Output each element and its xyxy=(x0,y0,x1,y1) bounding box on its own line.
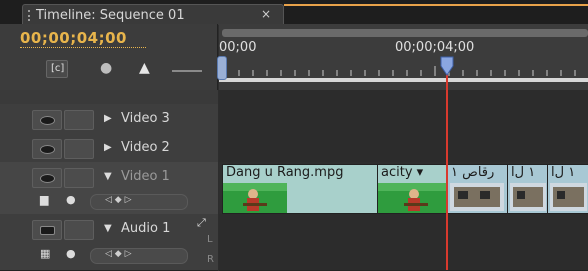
clip-opacity[interactable]: acity ▾ xyxy=(377,164,449,214)
track-name-video3: Video 3 xyxy=(121,111,170,126)
clip-label: ١ ﻝﺍ xyxy=(551,165,576,180)
playhead-handle[interactable] xyxy=(440,56,454,76)
track-video2[interactable] xyxy=(219,134,588,163)
tab-title: Timeline: Sequence 01 xyxy=(36,8,185,23)
clip-arabic-1[interactable]: ﺭﻗﺎﺹ ١ xyxy=(447,164,509,214)
clip-arabic-2[interactable]: ١ ﻝﺍ xyxy=(507,164,549,214)
audio-expand-icon[interactable]: ⤢ xyxy=(197,216,206,230)
track-spacer-right xyxy=(219,90,588,104)
clip-thumbnail xyxy=(378,183,448,213)
clip-opacity-label[interactable]: acity ▾ xyxy=(381,165,423,180)
display-style-icon[interactable]: ▆ xyxy=(40,193,48,206)
ruler-ticks xyxy=(224,66,576,76)
track-header-video3[interactable]: ▶ Video 3 xyxy=(0,104,218,135)
track-video1[interactable]: Dang u Rang.mpg acity ▾ ﺭﻗﺎﺹ ١ ١ ﻝﺍ ١ ﻝﺍ xyxy=(219,162,588,215)
collapse-icon[interactable]: ▼ xyxy=(104,223,112,234)
expand-icon[interactable]: ▶ xyxy=(104,113,112,124)
timecode-underline xyxy=(20,47,146,48)
work-area-bar[interactable] xyxy=(219,78,588,82)
track-header-video2[interactable]: ▶ Video 2 xyxy=(0,134,218,163)
timeline-tab[interactable]: Timeline: Sequence 01 × xyxy=(22,4,284,25)
current-timecode[interactable]: 00;00;04;00 xyxy=(20,29,127,47)
track-name-video1: Video 1 xyxy=(121,169,170,184)
clip-thumbnail xyxy=(550,183,587,211)
waveform-icon[interactable]: ▦ xyxy=(40,247,50,260)
lock-toggle[interactable] xyxy=(64,139,94,159)
expand-icon[interactable]: ▶ xyxy=(104,142,112,153)
keyframe-navigator[interactable]: ◁ ◆ ▷ xyxy=(90,194,188,210)
grip-icon[interactable] xyxy=(28,10,34,21)
lock-toggle[interactable] xyxy=(64,168,94,188)
track-header-video1[interactable]: ▼ Video 1 ▆ ● ◁ ◆ ▷ xyxy=(0,162,218,215)
keyframe-navigator[interactable]: ◁ ◆ ▷ xyxy=(90,248,188,264)
clip-thumbnail xyxy=(223,183,287,213)
audio-channel-l: L xyxy=(207,234,213,245)
speaker-icon[interactable] xyxy=(32,220,62,240)
clip-thumbnail xyxy=(450,183,504,211)
track-name-audio1: Audio 1 xyxy=(121,221,171,236)
snap-icon: [c] xyxy=(51,63,65,74)
clip-label: Dang u Rang.mpg xyxy=(226,165,344,180)
eye-icon[interactable] xyxy=(32,110,62,130)
clip-label: ١ ﻝﺍ xyxy=(511,165,536,180)
keyframe-nav-glyphs: ◁ ◆ ▷ xyxy=(105,195,132,205)
lock-toggle[interactable] xyxy=(64,110,94,130)
track-audio1[interactable] xyxy=(219,214,588,271)
track-name-video2: Video 2 xyxy=(121,140,170,155)
audio-channel-r: R xyxy=(207,254,214,265)
clip-arabic-3[interactable]: ١ ﻝﺍ xyxy=(547,164,588,214)
eye-icon[interactable] xyxy=(32,168,62,188)
close-icon[interactable]: × xyxy=(261,7,271,21)
lock-toggle[interactable] xyxy=(64,220,94,240)
keyframe-toggle-icon[interactable]: ● xyxy=(66,247,76,260)
set-marker-icon: ▲ xyxy=(139,60,150,76)
snap-button[interactable]: [c] xyxy=(46,60,68,78)
clip-thumbnail xyxy=(510,183,546,211)
playhead-line[interactable] xyxy=(446,58,448,270)
track-video3[interactable] xyxy=(219,104,588,135)
eye-icon[interactable] xyxy=(32,139,62,159)
clip-label: ﺭﻗﺎﺹ ١ xyxy=(451,165,495,180)
marker-button[interactable]: ● xyxy=(96,60,118,78)
collapse-icon[interactable]: ▼ xyxy=(104,171,112,182)
track-spacer-left xyxy=(0,90,218,104)
keyframe-toggle-icon[interactable]: ● xyxy=(66,193,76,206)
ruler-label-4s: 00;00;04;00 xyxy=(395,40,475,55)
zoom-slider[interactable] xyxy=(172,70,202,72)
clip-dang-u-rang[interactable]: Dang u Rang.mpg xyxy=(222,164,379,214)
set-marker-button[interactable]: ▲ xyxy=(135,60,157,78)
keyframe-nav-glyphs: ◁ ◆ ▷ xyxy=(105,249,132,259)
ruler-label-start: 00;00 xyxy=(219,40,257,55)
track-header-audio1[interactable]: ▼ Audio 1 ⤢ L R ▦ ● ◁ ◆ ▷ xyxy=(0,214,218,271)
work-area-start-handle[interactable] xyxy=(217,56,227,80)
viewing-area-bar[interactable] xyxy=(222,29,588,37)
tab-accent-line xyxy=(284,4,588,6)
marker-icon: ● xyxy=(100,60,113,76)
